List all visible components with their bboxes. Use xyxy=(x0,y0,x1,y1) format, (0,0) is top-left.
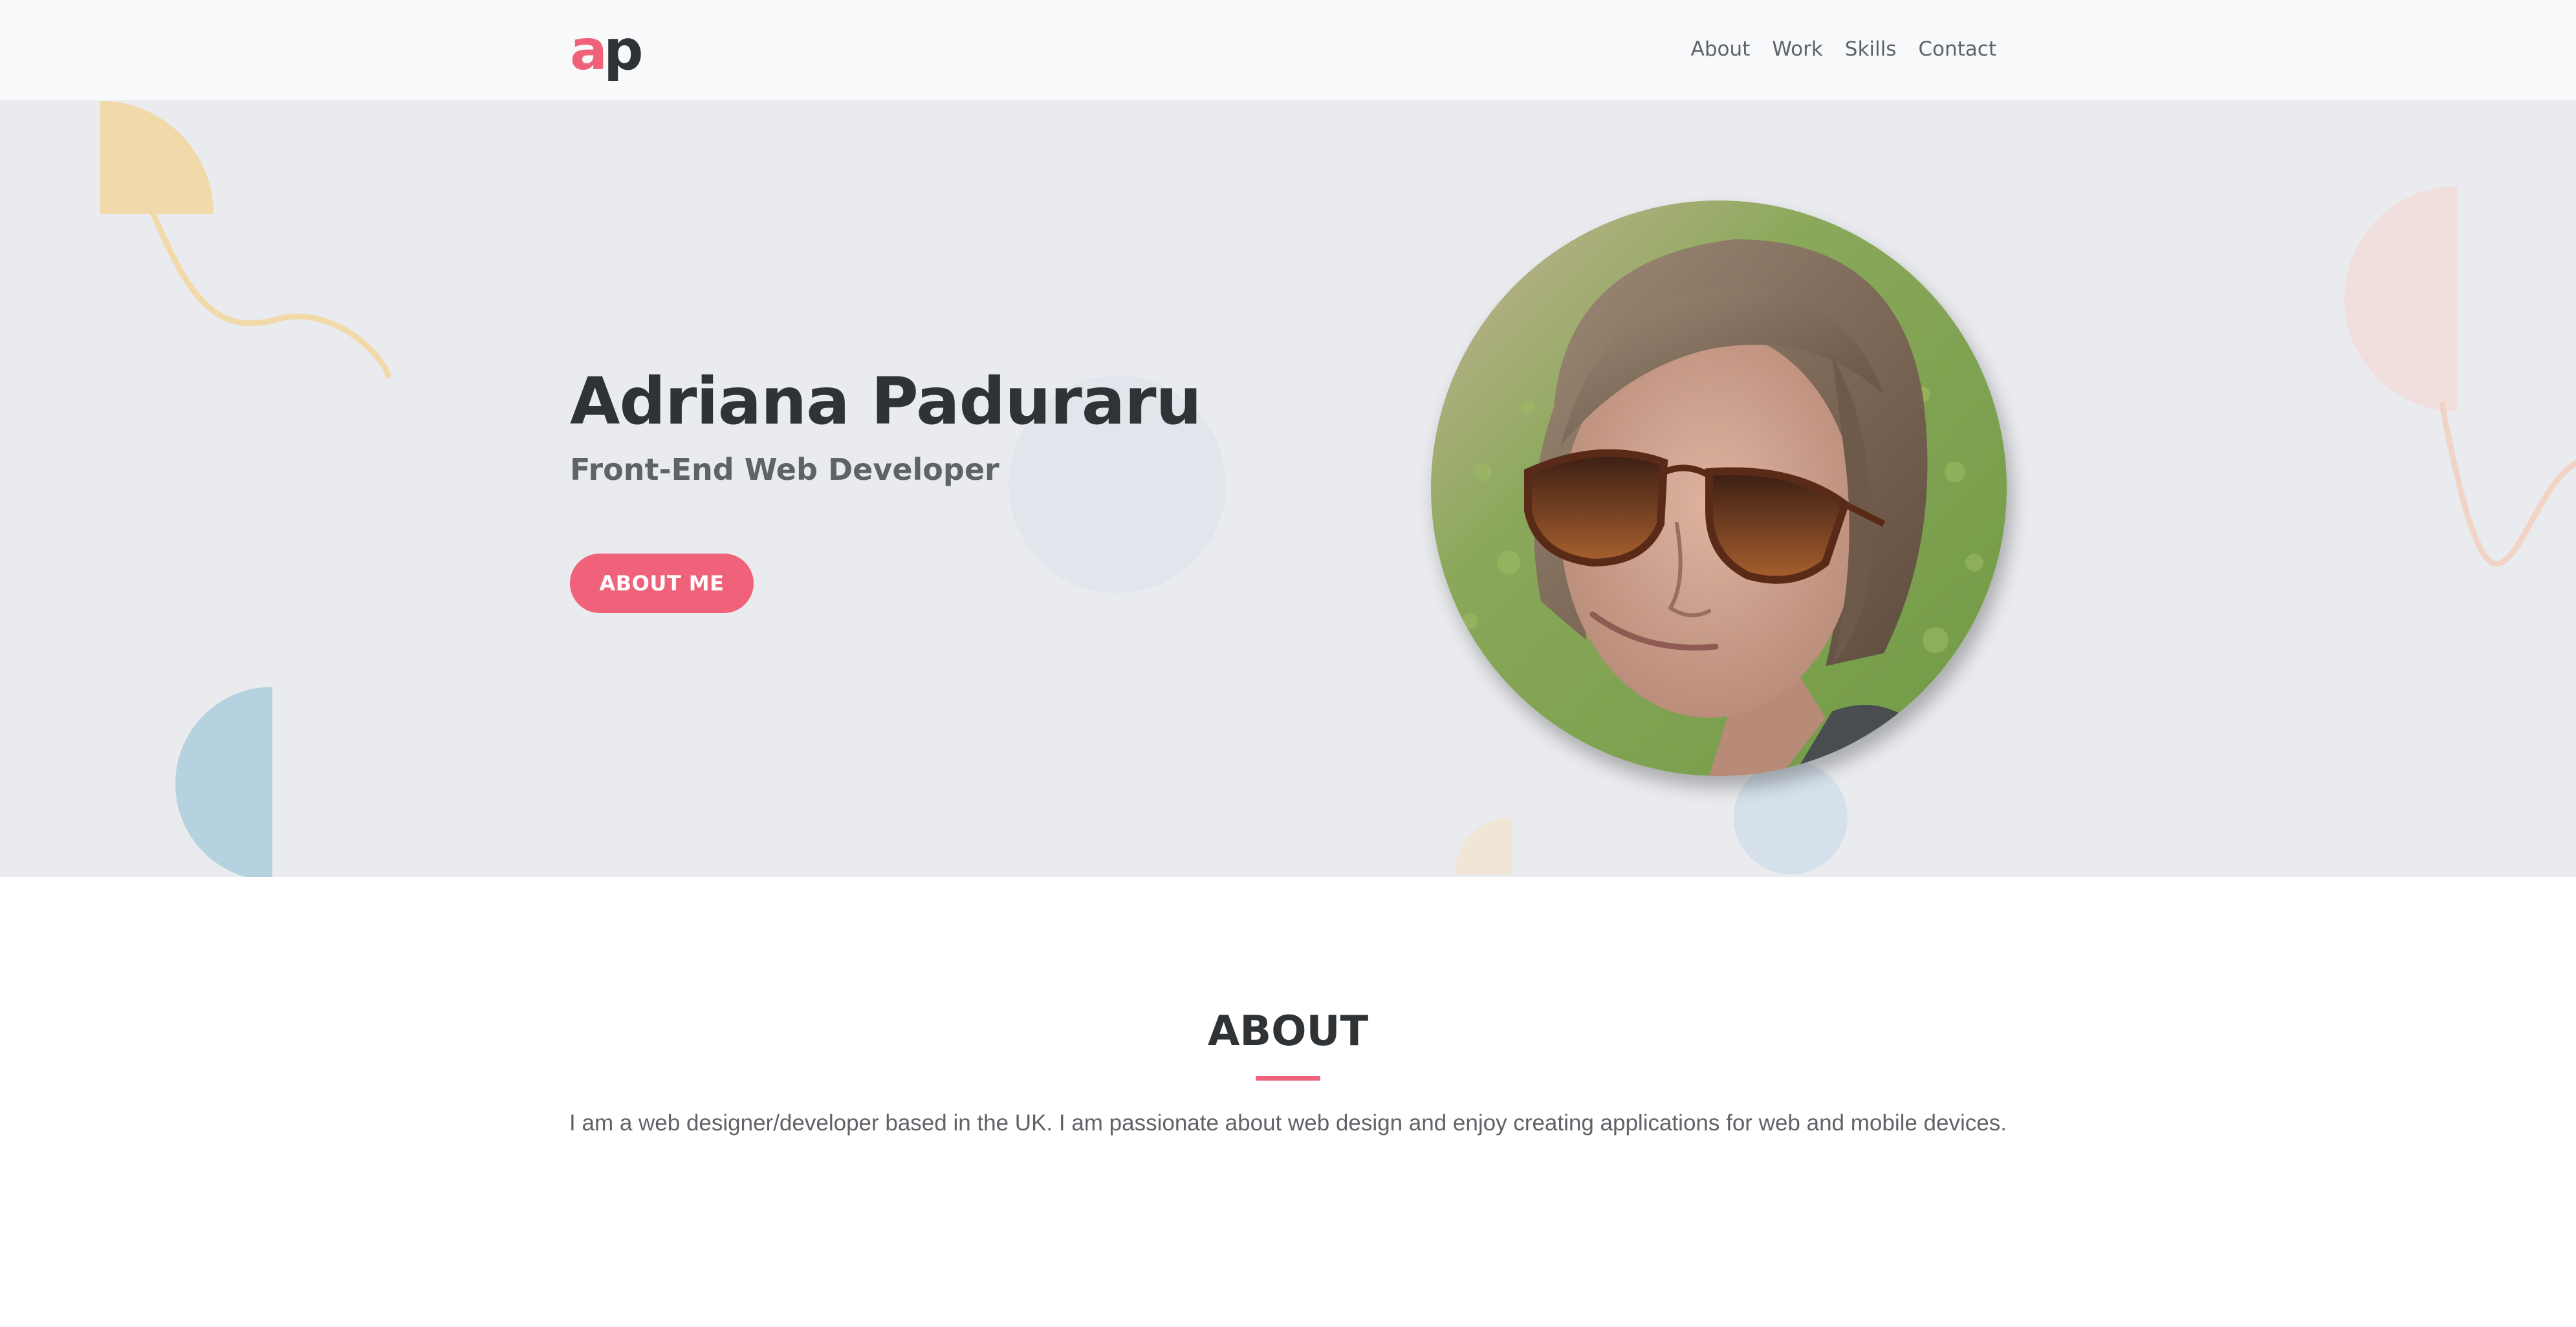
decor-small-yellow-shape xyxy=(1455,817,1512,874)
hero-decorative-shapes xyxy=(100,101,2576,877)
decor-yellow-quarter-circle xyxy=(100,101,213,214)
decor-pink-half-circle xyxy=(2344,186,2457,411)
hero-name: Adriana Paduraru xyxy=(570,363,1202,439)
hero-section: Adriana Paduraru Front-End Web Developer… xyxy=(0,101,2576,877)
nav-link-work[interactable]: Work xyxy=(1772,35,1823,63)
decor-pink-squiggle xyxy=(2439,402,2576,567)
decor-yellow-squiggle xyxy=(149,208,391,379)
hero-job-title: Front-End Web Developer xyxy=(570,452,999,487)
portrait-illustration xyxy=(1431,200,2007,776)
logo-letter-a: a xyxy=(570,18,607,83)
main-nav: About Work Skills Contact xyxy=(1691,35,1996,63)
nav-link-contact[interactable]: Contact xyxy=(1918,35,1996,63)
about-description: I am a web designer/developer based in t… xyxy=(569,1110,2007,1136)
logo-letter-p: p xyxy=(604,18,644,83)
about-heading-underline xyxy=(1256,1076,1320,1081)
decor-blue-circle xyxy=(1734,761,1848,874)
about-me-button[interactable]: ABOUT ME xyxy=(570,554,754,613)
nav-link-about[interactable]: About xyxy=(1691,35,1751,63)
profile-photo xyxy=(1431,200,2007,776)
decor-blue-half-circle xyxy=(175,687,272,877)
nav-link-skills[interactable]: Skills xyxy=(1845,35,1897,63)
logo[interactable]: ap xyxy=(570,18,644,83)
site-header: ap About Work Skills Contact xyxy=(0,0,2576,101)
about-heading: ABOUT xyxy=(1207,1008,1369,1055)
